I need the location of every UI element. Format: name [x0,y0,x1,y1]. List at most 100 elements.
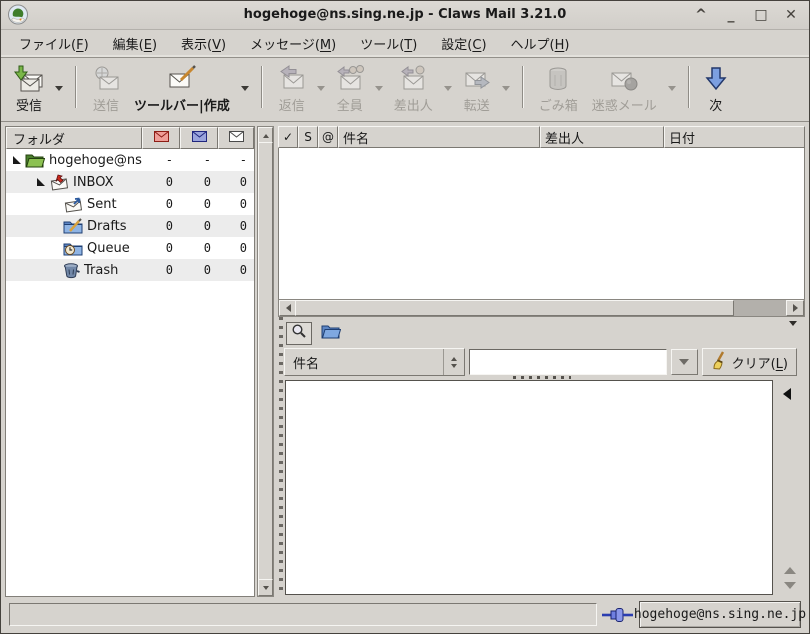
unread-count: 0 [180,175,218,189]
folder-row-inbox[interactable]: INBOX 0 0 0 [6,171,254,193]
receive-dropdown[interactable] [51,86,67,91]
message-list-header: ✓ S @ 件名 差出人 日付 [278,126,805,148]
date-column-header[interactable]: 日付 [664,126,805,148]
mark-column-header[interactable]: ✓ [278,126,298,148]
quicksearch-collapse-arrow[interactable] [789,326,797,341]
total-mail-icon [229,131,244,146]
forward-button[interactable]: 転送 [456,62,498,116]
folder-row-queue[interactable]: Queue 0 0 0 [6,237,254,259]
from-column-header[interactable]: 差出人 [540,126,664,148]
reply-all-icon [336,64,364,94]
forward-dropdown[interactable] [498,86,514,91]
reply-all-dropdown[interactable] [371,86,387,91]
trash-button[interactable]: ごみ箱 [532,62,585,116]
total-count: - [218,153,254,167]
toolbar-separator [75,66,77,108]
folder-row-drafts[interactable]: Drafts 0 0 0 [6,215,254,237]
expander-icon[interactable] [12,155,22,165]
folder-label: Sent [87,197,117,212]
drafts-icon [63,218,83,234]
toolbar-separator [688,66,690,108]
send-icon [92,64,120,94]
status-column-header[interactable]: S [298,126,318,148]
menu-file[interactable]: ファイル(F) [7,30,101,57]
reply-sender-button[interactable]: 差出人 [387,62,440,116]
scroll-down-button[interactable] [258,579,273,596]
menu-help[interactable]: ヘルプ(H) [499,30,582,57]
next-button[interactable]: 次 [698,62,734,116]
message-list-pane: ✓ S @ 件名 差出人 日付 [278,126,805,597]
search-type-value: 件名 [285,353,443,372]
claws-mail-logo-icon[interactable] [7,4,29,26]
shade-button[interactable]: ^ [693,7,709,23]
reply-sender-icon [399,64,427,94]
scrollbar-thumb[interactable] [258,142,273,581]
folder-column-header[interactable]: フォルダ [6,127,142,149]
reply-all-button[interactable]: 全員 [329,62,371,116]
total-column-header[interactable] [218,127,254,149]
trash-can-icon [63,262,80,279]
queue-icon [63,240,83,256]
total-count: 0 [218,241,254,255]
scroll-right-button[interactable] [786,300,804,316]
spam-icon [610,64,638,94]
attachment-column-header[interactable]: @ [318,126,338,148]
compose-button[interactable]: ツールバー|作成 [127,62,237,116]
menu-view[interactable]: 表示(V) [169,30,238,57]
menu-configuration[interactable]: 設定(C) [429,30,498,57]
folder-label: Trash [84,263,118,278]
current-account-button[interactable]: hogehoge@ns.sing.ne.jp [639,601,801,628]
menu-edit[interactable]: 編集(E) [101,30,169,57]
folder-scrollbar[interactable] [257,126,274,597]
online-plug-icon[interactable] [601,605,635,625]
subject-column-header[interactable]: 件名 [338,126,540,148]
reply-button[interactable]: 返信 [271,62,313,116]
total-count: 0 [218,219,254,233]
trash-icon [546,64,570,94]
scroll-up-icon[interactable] [784,567,796,574]
minimize-button[interactable]: _ [723,7,739,23]
spam-dropdown[interactable] [664,86,680,91]
reply-sender-dropdown[interactable] [440,86,456,91]
new-count: 0 [142,241,180,255]
folder-row-account[interactable]: hogehoge@ns - - - [6,149,254,171]
open-folder-icon[interactable] [321,323,341,343]
search-type-combo[interactable]: 件名 [284,348,465,376]
unread-count: 0 [180,263,218,277]
send-button[interactable]: 送信 [85,62,127,116]
receive-icon [14,64,44,94]
folder-label: Queue [87,241,130,256]
receive-button[interactable]: 受信 [7,62,51,116]
unread-mail-icon [192,131,207,146]
folder-label: INBOX [73,175,114,190]
spam-button[interactable]: 迷惑メール [585,62,664,116]
search-history-dropdown[interactable] [671,349,698,375]
message-list-hscrollbar[interactable] [278,299,805,317]
folder-row-trash[interactable]: Trash 0 0 0 [6,259,254,281]
clear-search-button[interactable]: クリア(L) [702,348,797,376]
folder-row-sent[interactable]: Sent 0 0 0 [6,193,254,215]
menu-tools[interactable]: ツール(T) [348,30,429,57]
quicksearch-toggle-button[interactable] [286,322,312,345]
maximize-button[interactable]: □ [753,7,769,23]
menu-message[interactable]: メッセージ(M) [238,30,348,57]
new-count: 0 [142,263,180,277]
unread-count: 0 [180,219,218,233]
unread-count: 0 [180,241,218,255]
message-list[interactable] [278,148,805,299]
compose-dropdown[interactable] [237,86,253,91]
reply-dropdown[interactable] [313,86,329,91]
reply-icon [278,64,306,94]
new-count: 0 [142,219,180,233]
unread-count: - [180,153,218,167]
sent-icon [63,196,83,213]
collapse-left-icon[interactable] [783,388,791,400]
close-button[interactable]: ✕ [783,7,799,23]
expander-icon[interactable] [36,177,46,187]
unread-column-header[interactable] [180,127,218,149]
new-column-header[interactable] [142,127,180,149]
scrollbar-thumb[interactable] [295,300,734,316]
scroll-down-icon[interactable] [784,582,796,589]
search-input[interactable] [469,349,667,375]
folder-label: hogehoge@ns [49,153,142,168]
